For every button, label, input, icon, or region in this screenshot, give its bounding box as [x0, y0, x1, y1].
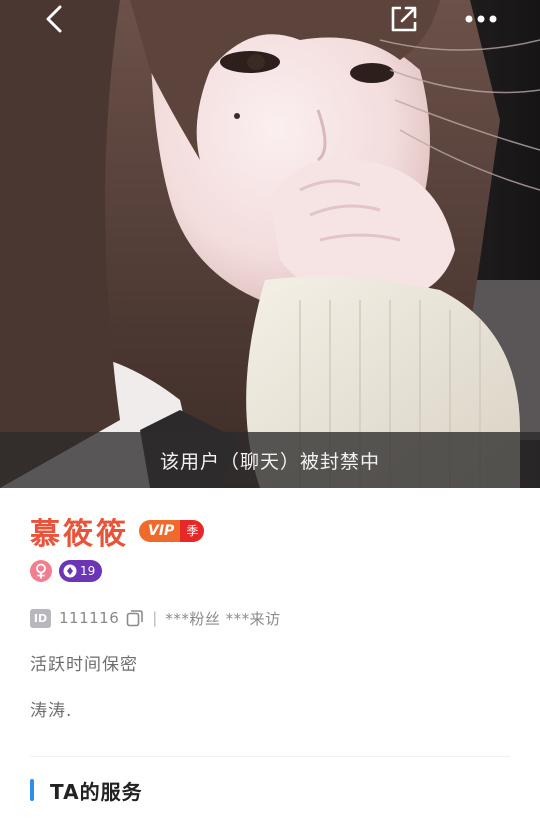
ban-notice-bar: 该用户（聊天）被封禁中 [0, 432, 540, 488]
name-row: 慕筱筱 VIP 季 [30, 510, 205, 552]
top-bar [0, 0, 540, 40]
diamond-icon [63, 564, 77, 578]
back-button[interactable] [36, 2, 72, 36]
ban-notice-text: 该用户（聊天）被封禁中 [159, 450, 380, 473]
activity-status: 活跃时间保密 [30, 655, 138, 675]
fans-visits-stats[interactable]: ***粉丝 ***来访 [165, 608, 280, 629]
profile-info: 慕筱筱 VIP 季 19 ID 111116 | ***粉丝 ***来访 活跃时… [0, 488, 540, 840]
profile-photo-image [0, 0, 540, 488]
badge-row: 19 [30, 559, 103, 583]
female-icon [36, 563, 46, 579]
services-title: TA的服务 [50, 779, 143, 804]
vip-label: VIP [148, 523, 175, 539]
share-button[interactable] [386, 2, 422, 36]
services-section-header: TA的服务 [30, 778, 143, 804]
more-dots-icon [465, 15, 497, 23]
copy-icon [126, 610, 144, 627]
id-tag: ID [30, 608, 51, 628]
stats-separator: | [152, 609, 158, 627]
more-button[interactable] [461, 2, 501, 36]
username: 慕筱筱 [30, 517, 129, 552]
level-number: 19 [80, 564, 96, 578]
profile-page: 该用户（聊天）被封禁中 慕筱筱 VIP 季 19 ID 111116 | ***… [0, 0, 540, 840]
section-accent-bar [30, 779, 34, 801]
copy-id-button[interactable] [126, 609, 144, 627]
user-signature: 涛涛. [30, 701, 73, 721]
id-row: ID 111116 | ***粉丝 ***来访 [30, 606, 281, 630]
gender-badge [30, 560, 52, 582]
vip-season-label: 季 [180, 520, 205, 542]
share-external-icon [391, 6, 417, 32]
section-divider [30, 756, 510, 757]
user-id: 111116 [59, 609, 120, 627]
level-badge[interactable]: 19 [59, 560, 103, 582]
chevron-left-icon [46, 5, 62, 33]
vip-badge[interactable]: VIP 季 [139, 520, 205, 542]
profile-photo[interactable]: 该用户（聊天）被封禁中 [0, 0, 540, 488]
